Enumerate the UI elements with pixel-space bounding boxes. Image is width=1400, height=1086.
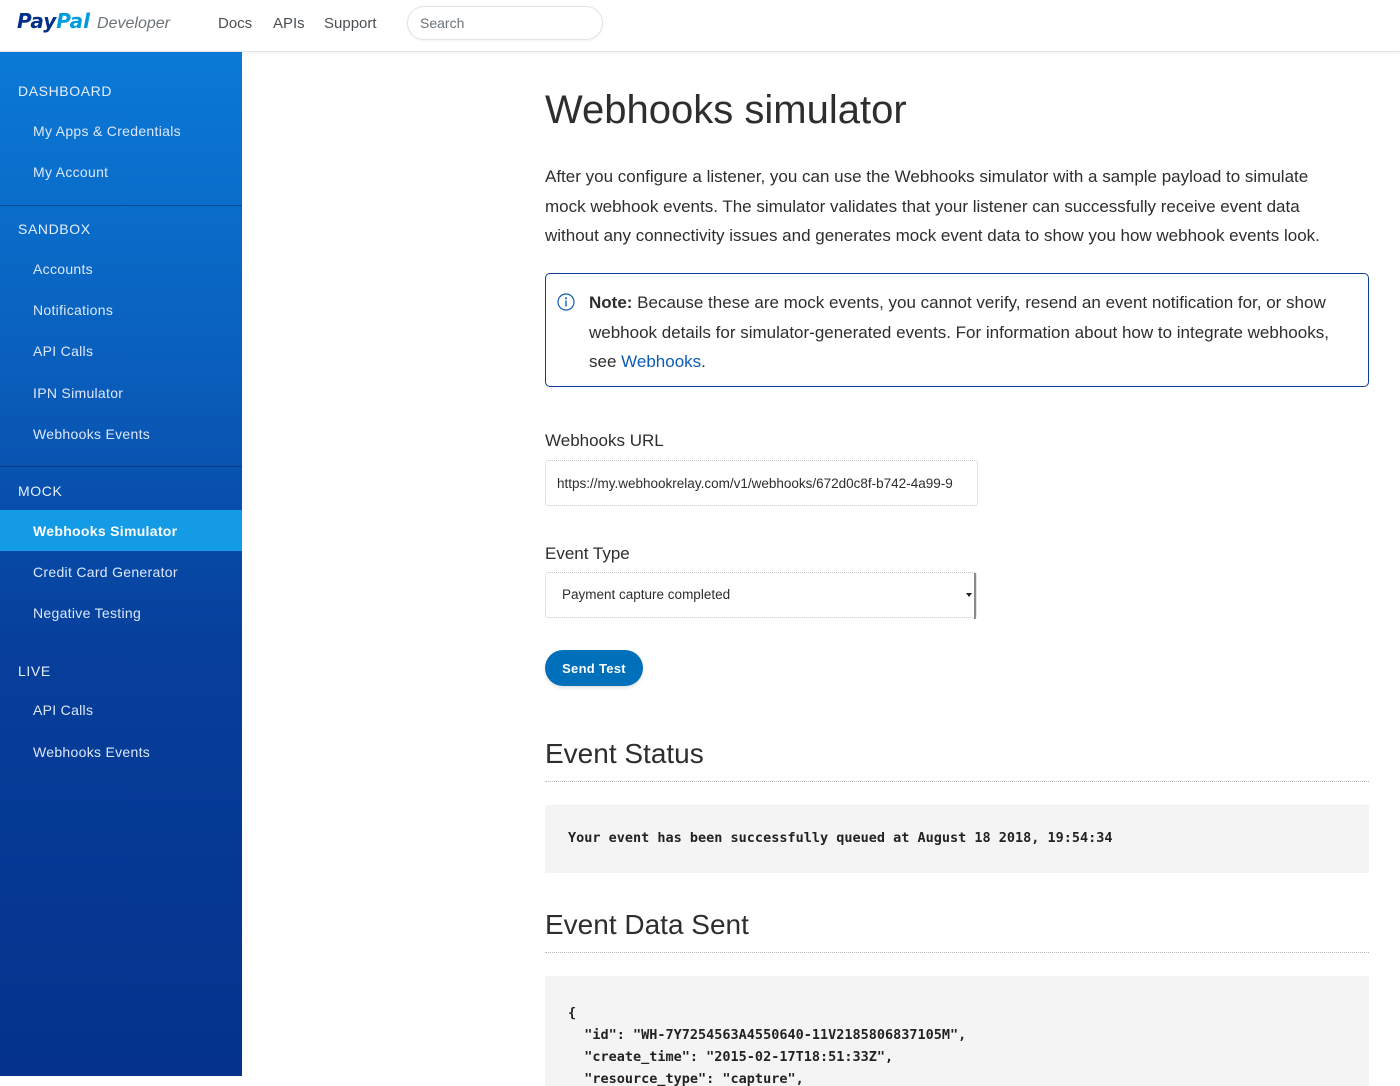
sidebar-item-notifications[interactable]: Notifications	[33, 302, 113, 318]
logo-developer: Developer	[97, 15, 170, 32]
logo-pal: Pal	[56, 9, 91, 33]
sidebar-item-label-webhooks-simulator[interactable]: Webhooks Simulator	[33, 523, 177, 539]
event-status-box: Your event has been successfully queued …	[545, 805, 1369, 873]
code-line: "create_time": "2015-02-17T18:51:33Z",	[568, 1049, 894, 1065]
sidebar-section-sandbox: SANDBOX	[18, 221, 91, 237]
top-navigation: Pay Pal Developer Docs APIs Support	[0, 0, 1400, 52]
sidebar-item-negative-testing[interactable]: Negative Testing	[33, 605, 141, 621]
webhooks-url-label: Webhooks URL	[545, 431, 664, 450]
note-box: Note: Because these are mock events, you…	[545, 273, 1369, 387]
event-type-select[interactable]: Payment capture completed	[545, 572, 977, 619]
sidebar-item-webhooks-events[interactable]: Webhooks Events	[33, 426, 150, 442]
paypal-developer-logo[interactable]: Pay Pal Developer	[17, 9, 170, 39]
nav-docs[interactable]: Docs	[218, 15, 252, 32]
info-icon	[557, 293, 575, 311]
sidebar-item-ipn-simulator[interactable]: IPN Simulator	[33, 385, 123, 401]
event-data-heading: Event Data Sent	[545, 909, 1369, 953]
send-test-button[interactable]: Send Test	[545, 650, 643, 686]
heading-divider	[545, 781, 1369, 782]
webhooks-url-input[interactable]	[545, 460, 978, 506]
sidebar-divider	[0, 205, 242, 206]
sidebar: DASHBOARD My Apps & Credentials My Accou…	[0, 52, 242, 1076]
nav-apis[interactable]: APIs	[273, 15, 305, 32]
sidebar-item-api-calls[interactable]: API Calls	[33, 343, 93, 359]
code-line: "resource_type": "capture",	[568, 1071, 804, 1086]
sidebar-item-live-webhooks-events[interactable]: Webhooks Events	[33, 744, 150, 760]
event-status-heading-text: Event Status	[545, 738, 704, 769]
webhooks-link[interactable]: Webhooks	[621, 352, 701, 371]
event-type-value: Payment capture completed	[562, 587, 731, 602]
event-status-message: Your event has been successfully queued …	[568, 830, 1113, 846]
sidebar-divider	[0, 466, 242, 467]
heading-divider	[545, 952, 1369, 953]
event-data-heading-text: Event Data Sent	[545, 909, 749, 940]
nav-support[interactable]: Support	[324, 15, 377, 32]
sidebar-section-mock: MOCK	[18, 483, 63, 499]
sidebar-item-my-apps-credentials[interactable]: My Apps & Credentials	[33, 123, 181, 139]
intro-text: After you configure a listener, you can …	[545, 167, 1320, 246]
caret-down-icon[interactable]	[965, 573, 976, 619]
page-title: Webhooks simulator	[545, 88, 907, 132]
sidebar-item-my-account[interactable]: My Account	[33, 164, 108, 180]
search-input[interactable]	[407, 6, 603, 40]
code-line: "id": "WH-7Y7254563A4550640-11V218580683…	[568, 1027, 967, 1043]
sidebar-item-credit-card-generator[interactable]: Credit Card Generator	[33, 564, 178, 580]
note-label: Note:	[589, 293, 633, 312]
logo-pay: Pay	[17, 9, 57, 33]
event-type-label: Event Type	[545, 544, 630, 563]
code-line: {	[568, 1005, 577, 1021]
event-data-box: { "id": "WH-7Y7254563A4550640-11V2185806…	[545, 976, 1369, 1086]
sidebar-section-live: LIVE	[18, 663, 51, 679]
sidebar-section-dashboard: DASHBOARD	[18, 83, 113, 99]
event-status-heading: Event Status	[545, 738, 1369, 782]
note-end: .	[701, 352, 706, 372]
sidebar-item-live-api-calls[interactable]: API Calls	[33, 702, 93, 718]
sidebar-item-accounts[interactable]: Accounts	[33, 261, 93, 277]
